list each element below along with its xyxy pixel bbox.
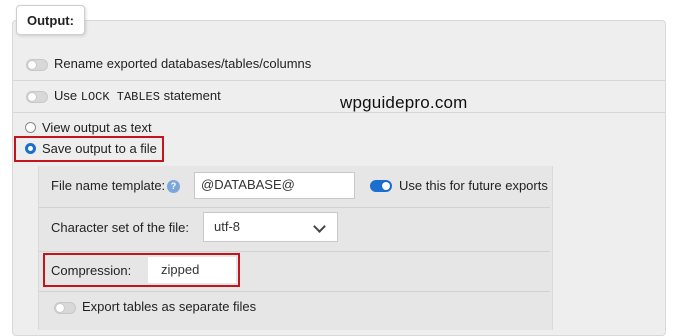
charset-label: Character set of the file: (51, 220, 190, 235)
file-name-template-input[interactable]: @DATABASE@ (194, 172, 355, 199)
compression-select[interactable]: zipped (148, 257, 236, 283)
output-legend: Output: (16, 5, 85, 35)
divider (13, 80, 665, 81)
future-exports-toggle[interactable] (370, 180, 392, 192)
save-output-label: Save output to a file (42, 141, 157, 156)
compression-label: Compression: (51, 263, 132, 278)
separate-files-label: Export tables as separate files (82, 299, 257, 314)
rename-toggle[interactable] (26, 59, 48, 71)
divider (39, 207, 550, 208)
charset-value: utf-8 (214, 219, 241, 234)
lock-tables-label: Use LOCK TABLES statement (54, 88, 221, 104)
watermark-text: wpguidepro.com (340, 93, 468, 112)
divider (39, 291, 550, 292)
file-name-template-label: File name template: (51, 178, 166, 193)
lock-tables-toggle[interactable] (26, 91, 48, 103)
save-output-radio[interactable] (25, 143, 36, 154)
help-icon[interactable]: ? (167, 180, 180, 193)
future-exports-label: Use this for future exports (399, 178, 548, 193)
view-output-label: View output as text (42, 120, 152, 135)
separate-files-toggle[interactable] (54, 302, 76, 314)
lock-tables-code: LOCK TABLES (80, 90, 160, 104)
divider (39, 251, 550, 252)
divider (13, 112, 665, 113)
view-output-radio[interactable] (25, 122, 36, 133)
rename-label: Rename exported databases/tables/columns (54, 56, 312, 71)
